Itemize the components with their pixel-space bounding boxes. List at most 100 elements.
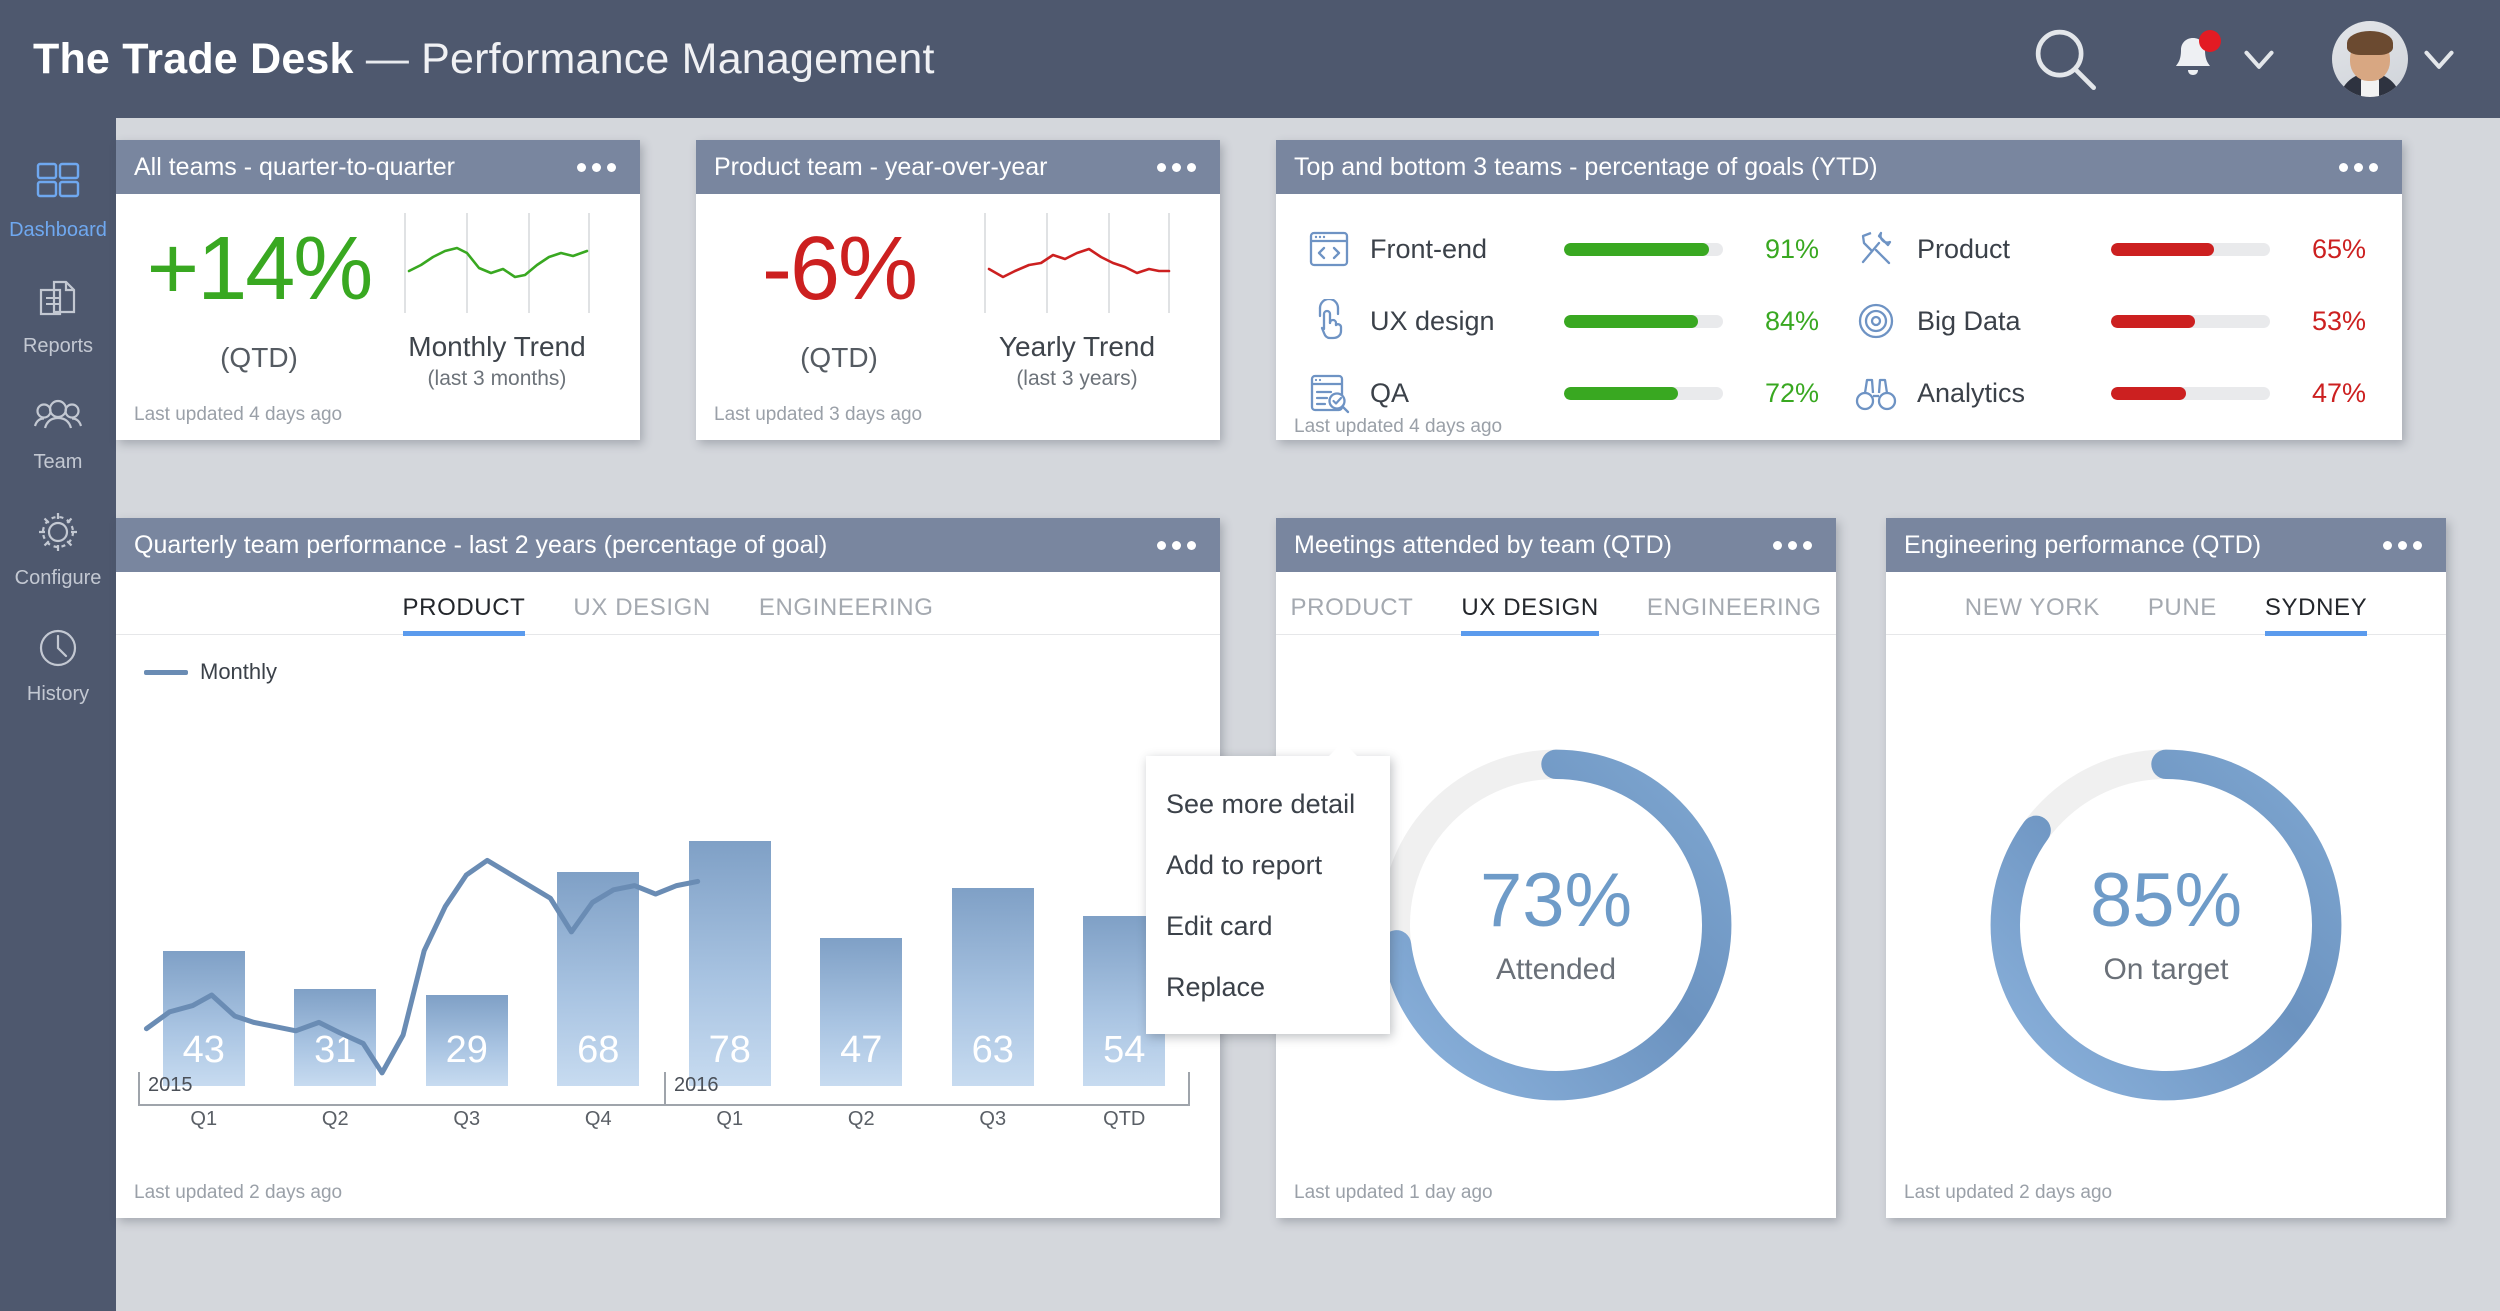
binoculars-icon: [1853, 370, 1899, 416]
sidebar-item-dashboard[interactable]: Dashboard: [0, 140, 116, 256]
card-menu-button[interactable]: [1155, 533, 1198, 558]
progress-track: [1564, 243, 1723, 256]
kpi-period: (QTD): [720, 342, 958, 374]
tab-bar: PRODUCT UX DESIGN ENGINEERING: [116, 572, 1220, 635]
tab-product[interactable]: PRODUCT: [1291, 594, 1414, 634]
progress-value: 91%: [1741, 234, 1819, 265]
axis-tick: Q2: [270, 1108, 402, 1131]
brand-title: The Trade Desk — Performance Management: [33, 35, 935, 84]
axis-year-row: 2015 2016: [138, 1072, 1190, 1106]
sidebar-nav: Dashboard Reports Team: [0, 118, 116, 1311]
avatar[interactable]: [2332, 21, 2408, 97]
tab-sydney[interactable]: SYDNEY: [2265, 594, 2367, 634]
axis-year-2015: 2015: [148, 1074, 193, 1097]
card-title: Top and bottom 3 teams - percentage of g…: [1294, 153, 1878, 182]
tab-product[interactable]: PRODUCT: [403, 594, 526, 634]
card-title: Meetings attended by team (QTD): [1294, 531, 1672, 560]
document-search-icon: [1306, 370, 1352, 416]
tab-new-york[interactable]: NEW YORK: [1965, 594, 2100, 634]
menu-item-see-more-detail[interactable]: See more detail: [1146, 774, 1390, 835]
sidebar-item-label: History: [0, 683, 116, 706]
tab-engineering[interactable]: ENGINEERING: [1647, 594, 1822, 634]
notifications-button[interactable]: [2158, 24, 2228, 94]
progress-fill: [1564, 243, 1709, 256]
card-header: All teams - quarter-to-quarter: [116, 140, 640, 194]
progress-fill: [2111, 243, 2214, 256]
progress-track: [2111, 387, 2270, 400]
account-dropdown-toggle[interactable]: [2408, 34, 2464, 84]
menu-item-edit-card[interactable]: Edit card: [1146, 896, 1390, 957]
donut-container: 85% On target: [1886, 635, 2446, 1245]
sparkline-chart: [397, 207, 597, 319]
card-footer: Last updated 3 days ago: [696, 404, 1220, 440]
card-all-teams-qtq: All teams - quarter-to-quarter +14% (QTD…: [116, 140, 640, 440]
tools-icon: [1853, 226, 1899, 272]
sidebar-item-label: Team: [0, 451, 116, 474]
chart-legend: Monthly: [116, 635, 1220, 685]
progress-fill: [1564, 315, 1698, 328]
sidebar-item-history[interactable]: History: [0, 604, 116, 720]
sparkline-block: Yearly Trend (last 3 years): [958, 207, 1196, 391]
tab-pune[interactable]: PUNE: [2148, 594, 2217, 634]
card-menu-button[interactable]: [2337, 155, 2380, 180]
card-footer: Last updated 4 days ago: [1276, 416, 2402, 452]
progress-track: [1564, 387, 1723, 400]
card-title: All teams - quarter-to-quarter: [134, 153, 455, 182]
sidebar-item-label: Dashboard: [0, 219, 116, 242]
brand-subtitle: Performance Management: [421, 35, 935, 83]
card-menu-button[interactable]: [1155, 155, 1198, 180]
sparkline-label: Monthly Trend: [378, 331, 616, 363]
kpi-value: -6%: [720, 224, 958, 314]
axis-tick: Q3: [927, 1108, 1059, 1131]
progress-fill: [1564, 387, 1678, 400]
sidebar-item-reports[interactable]: Reports: [0, 256, 116, 372]
kpi-block: +14% (QTD): [140, 224, 378, 374]
donut-label: Attended: [1496, 953, 1616, 987]
people-icon: [0, 388, 116, 444]
card-title: Product team - year-over-year: [714, 153, 1047, 182]
dashboard-main: All teams - quarter-to-quarter +14% (QTD…: [116, 118, 2500, 1311]
card-header: Top and bottom 3 teams - percentage of g…: [1276, 140, 2402, 194]
tab-ux-design[interactable]: UX DESIGN: [1461, 594, 1598, 634]
progress-track: [2111, 315, 2270, 328]
sparkline-chart: [977, 207, 1177, 319]
chevron-down-icon: [2414, 34, 2464, 84]
grid-icon: [0, 156, 116, 212]
sparkline-sublabel: (last 3 months): [378, 367, 616, 391]
card-top-bottom-teams: Top and bottom 3 teams - percentage of g…: [1276, 140, 2402, 440]
goal-row: Big Data 53%: [1853, 298, 2366, 344]
sparkline-block: Monthly Trend (last 3 months): [378, 207, 616, 391]
search-button[interactable]: [2022, 16, 2108, 102]
card-quarterly-performance: Quarterly team performance - last 2 year…: [116, 518, 1220, 1218]
goal-row: Front-end 91%: [1306, 226, 1819, 272]
gear-icon: [0, 504, 116, 560]
tab-ux-design[interactable]: UX DESIGN: [573, 594, 710, 634]
progress-value: 65%: [2288, 234, 2366, 265]
card-header: Quarterly team performance - last 2 year…: [116, 518, 1220, 572]
top-header-bar: The Trade Desk — Performance Management: [0, 0, 2500, 118]
sidebar-item-label: Reports: [0, 335, 116, 358]
card-body: +14% (QTD) Monthly Trend (last 3 months): [116, 194, 640, 404]
notifications-dropdown-toggle[interactable]: [2228, 34, 2284, 84]
sidebar-item-configure[interactable]: Configure: [0, 488, 116, 604]
card-menu-button[interactable]: [1771, 533, 1814, 558]
kpi-period: (QTD): [140, 342, 378, 374]
card-menu-button[interactable]: [2381, 533, 2424, 558]
tab-engineering[interactable]: ENGINEERING: [759, 594, 934, 634]
donut-label: On target: [2103, 953, 2228, 987]
card-body: NEW YORK PUNE SYDNEY: [1886, 572, 2446, 1182]
target-icon: [1853, 298, 1899, 344]
menu-item-add-to-report[interactable]: Add to report: [1146, 835, 1390, 896]
card-menu-button[interactable]: [575, 155, 618, 180]
kpi-value: +14%: [140, 224, 378, 314]
tab-bar: NEW YORK PUNE SYDNEY: [1886, 572, 2446, 635]
progress-track: [1564, 315, 1723, 328]
sidebar-item-team[interactable]: Team: [0, 372, 116, 488]
axis-year-2016: 2016: [674, 1074, 719, 1097]
team-name: UX design: [1370, 306, 1546, 337]
card-header: Meetings attended by team (QTD): [1276, 518, 1836, 572]
card-header: Engineering performance (QTD): [1886, 518, 2446, 572]
menu-item-replace[interactable]: Replace: [1146, 957, 1390, 1018]
card-title: Engineering performance (QTD): [1904, 531, 2261, 560]
notification-badge: [2199, 30, 2221, 52]
